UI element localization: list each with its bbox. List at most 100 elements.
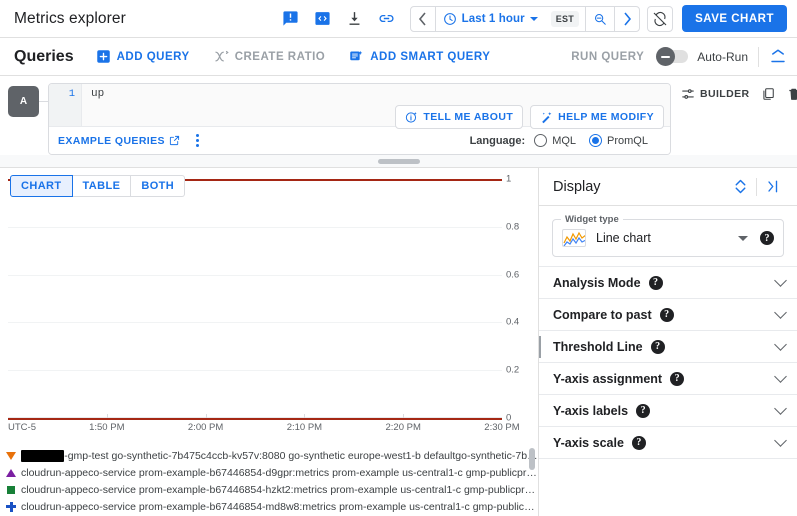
- x-tick-mark: [206, 414, 207, 418]
- language-option-mql[interactable]: MQL: [534, 134, 576, 147]
- gridline: [8, 322, 502, 323]
- toolbar-icon-group: [282, 10, 396, 28]
- link-icon[interactable]: [378, 10, 396, 28]
- clock-icon: [443, 12, 457, 26]
- feedback-icon[interactable]: [282, 10, 300, 28]
- legend-item-label: cloudrun-appeco-service prom-example-b67…: [21, 467, 538, 479]
- help-icon[interactable]: ?: [760, 231, 774, 245]
- plus-marker-icon: [5, 502, 17, 512]
- chevron-down-icon: [774, 370, 787, 383]
- widget-type-select[interactable]: Widget type Line chart ?: [552, 219, 784, 257]
- help-icon[interactable]: ?: [651, 340, 665, 354]
- auto-run-toggle[interactable]: [658, 50, 688, 63]
- section-label: Y-axis scale: [553, 436, 624, 450]
- tab-both[interactable]: BOTH: [131, 175, 185, 197]
- language-selector: Language: MQL PromQL: [470, 134, 661, 147]
- run-query-button[interactable]: RUN QUERY: [571, 51, 644, 63]
- help-icon[interactable]: ?: [632, 436, 646, 450]
- collapse-panel-icon[interactable]: [760, 179, 787, 194]
- chevron-down-icon: [530, 17, 538, 21]
- zoom-out-button[interactable]: [586, 7, 614, 31]
- expand-collapse-all-icon[interactable]: [728, 178, 753, 195]
- add-smart-query-button[interactable]: ADD SMART QUERY: [349, 49, 490, 64]
- builder-button[interactable]: BUILDER: [681, 87, 749, 101]
- section-y-axis-labels[interactable]: Y-axis labels ?: [539, 394, 797, 426]
- download-icon[interactable]: [346, 10, 364, 28]
- add-query-button[interactable]: ADD QUERY: [96, 49, 190, 64]
- section-label: Threshold Line: [553, 340, 643, 354]
- x-axis-tick-label: 2:10 PM: [287, 422, 322, 433]
- open-in-new-icon: [169, 135, 180, 146]
- mql-label: MQL: [552, 135, 576, 147]
- save-chart-button[interactable]: SAVE CHART: [682, 5, 787, 32]
- query-badge[interactable]: A: [8, 86, 39, 117]
- chevron-down-icon: [774, 434, 787, 447]
- down-triangle-marker-icon: [5, 452, 17, 460]
- y-axis-tick-label: 0.2: [506, 365, 534, 376]
- page-title: Metrics explorer: [14, 10, 126, 28]
- language-option-promql[interactable]: PromQL: [589, 134, 648, 147]
- chart-plot-wrapper: 1 0.8 0.6 0.4 0.2 0 UTC-5 1:50 PM 2:00 P…: [0, 168, 538, 444]
- radio-mql: [534, 134, 547, 147]
- metrics-explorer-app: Metrics explorer Last 1 hour: [0, 0, 797, 516]
- y-axis-tick-label: 0.6: [506, 269, 534, 280]
- section-y-axis-scale[interactable]: Y-axis scale ?: [539, 426, 797, 458]
- gridline: [8, 370, 502, 371]
- chart-plot-area[interactable]: 1 0.8 0.6 0.4 0.2 0 UTC-5 1:50 PM 2:00 P…: [8, 179, 502, 418]
- time-range-prev-button[interactable]: [411, 7, 435, 31]
- example-queries-link[interactable]: EXAMPLE QUERIES: [58, 135, 180, 147]
- help-icon[interactable]: ?: [649, 276, 663, 290]
- query-footer: EXAMPLE QUERIES Language: MQL PromQL: [49, 126, 670, 154]
- tell-me-about-button[interactable]: TELL ME ABOUT: [395, 105, 523, 129]
- top-toolbar: Metrics explorer Last 1 hour: [0, 0, 797, 38]
- create-ratio-label: CREATE RATIO: [235, 51, 326, 63]
- chevron-down-icon: [774, 306, 787, 319]
- zoom-out-icon: [593, 12, 607, 26]
- divider: [756, 178, 757, 196]
- section-y-axis-assignment[interactable]: Y-axis assignment ?: [539, 362, 797, 394]
- section-label: Compare to past: [553, 308, 652, 322]
- tab-chart[interactable]: CHART: [10, 175, 73, 197]
- auto-refresh-off-icon[interactable]: [647, 6, 673, 32]
- query-side-actions: BUILDER: [671, 83, 787, 155]
- divider: [758, 47, 759, 67]
- create-ratio-button[interactable]: CREATE RATIO: [214, 49, 326, 64]
- section-analysis-mode[interactable]: Analysis Mode ?: [539, 266, 797, 298]
- x-axis-tick-label: 2:30 PM: [484, 422, 519, 433]
- legend-item[interactable]: cloudrun-appeco-service prom-example-b67…: [5, 481, 538, 498]
- x-axis-tick-label: 2:20 PM: [385, 422, 420, 433]
- query-more-options-icon[interactable]: [196, 134, 199, 147]
- chevron-down-icon: [774, 274, 787, 287]
- duplicate-query-icon[interactable]: [761, 87, 775, 101]
- section-threshold-line[interactable]: Threshold Line ?: [539, 330, 797, 362]
- timezone-label: UTC-5: [8, 422, 36, 433]
- help-me-modify-button[interactable]: HELP ME MODIFY: [530, 105, 664, 129]
- tab-table[interactable]: TABLE: [73, 175, 132, 197]
- plus-box-icon: [96, 49, 111, 64]
- x-tick-mark: [107, 414, 108, 418]
- query-editor[interactable]: 1 up TELL ME ABOUT HELP ME MODIFY EXAMPL…: [48, 83, 671, 155]
- code-icon[interactable]: [314, 10, 332, 28]
- help-icon[interactable]: ?: [670, 372, 684, 386]
- x-tick-mark: [304, 414, 305, 418]
- redacted-text: abcdefgh: [21, 450, 64, 462]
- chart-legend: abcdefgh -gmp-test go-synthetic-7b475c4c…: [0, 444, 538, 516]
- help-icon[interactable]: ?: [636, 404, 650, 418]
- legend-item[interactable]: cloudrun-appeco-service prom-example-b67…: [5, 464, 538, 481]
- widget-type-value: Line chart: [596, 231, 738, 245]
- section-divider-bottom: [539, 458, 797, 466]
- legend-item[interactable]: abcdefgh -gmp-test go-synthetic-7b475c4c…: [5, 447, 538, 464]
- legend-item[interactable]: cloudrun-appeco-service prom-example-b67…: [5, 498, 538, 515]
- time-range-next-button[interactable]: [615, 7, 639, 31]
- time-range-picker[interactable]: Last 1 hour: [436, 7, 545, 31]
- builder-label: BUILDER: [700, 88, 749, 100]
- toggle-knob: [656, 47, 675, 66]
- delete-query-icon[interactable]: [787, 87, 797, 101]
- timezone-chip[interactable]: EST: [551, 11, 579, 27]
- collapse-queries-icon[interactable]: [769, 48, 787, 66]
- section-compare-to-past[interactable]: Compare to past ?: [539, 298, 797, 330]
- legend-scrollbar[interactable]: [529, 448, 535, 470]
- resize-handle[interactable]: [378, 159, 420, 164]
- display-panel-title: Display: [553, 179, 728, 195]
- help-icon[interactable]: ?: [660, 308, 674, 322]
